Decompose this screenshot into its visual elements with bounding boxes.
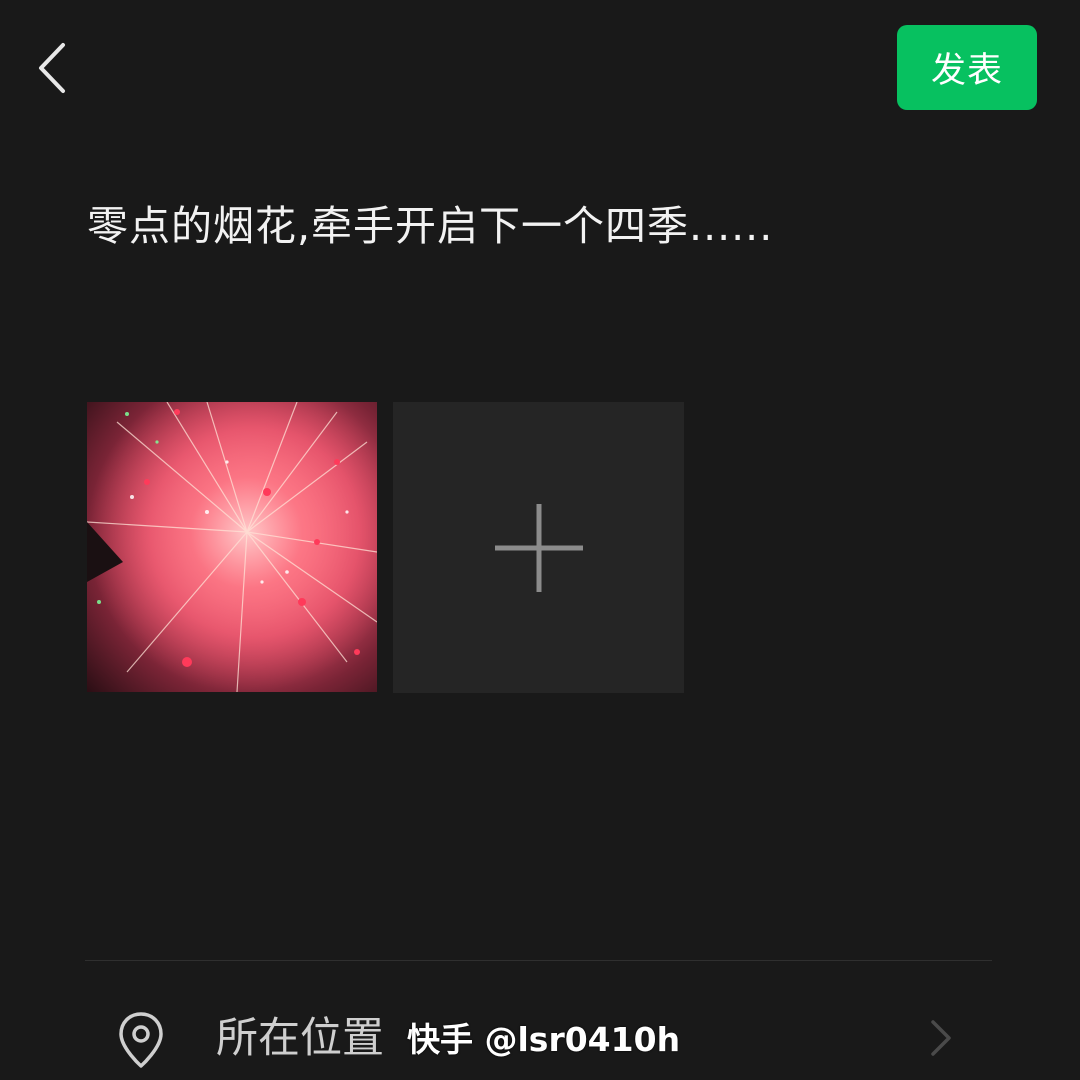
location-row[interactable]: 所在位置 快手 @lsr0410h [85,990,992,1080]
plus-icon [494,503,583,592]
chevron-left-icon [39,43,65,93]
location-pin-icon [119,1012,163,1068]
divider [85,960,992,961]
chevron-right-icon [931,1020,951,1056]
add-photo-button[interactable] [393,402,684,693]
watermark-text: 快手 @lsr0410h [407,1020,681,1059]
back-button[interactable] [22,28,82,108]
publish-button[interactable]: 发表 [897,25,1037,110]
location-label: 所在位置 [216,1013,385,1062]
post-text[interactable]: 零点的烟花,牵手开启下一个四季...... [87,196,1007,256]
photo-thumbnail[interactable] [87,402,377,692]
fireworks-image [87,402,377,692]
